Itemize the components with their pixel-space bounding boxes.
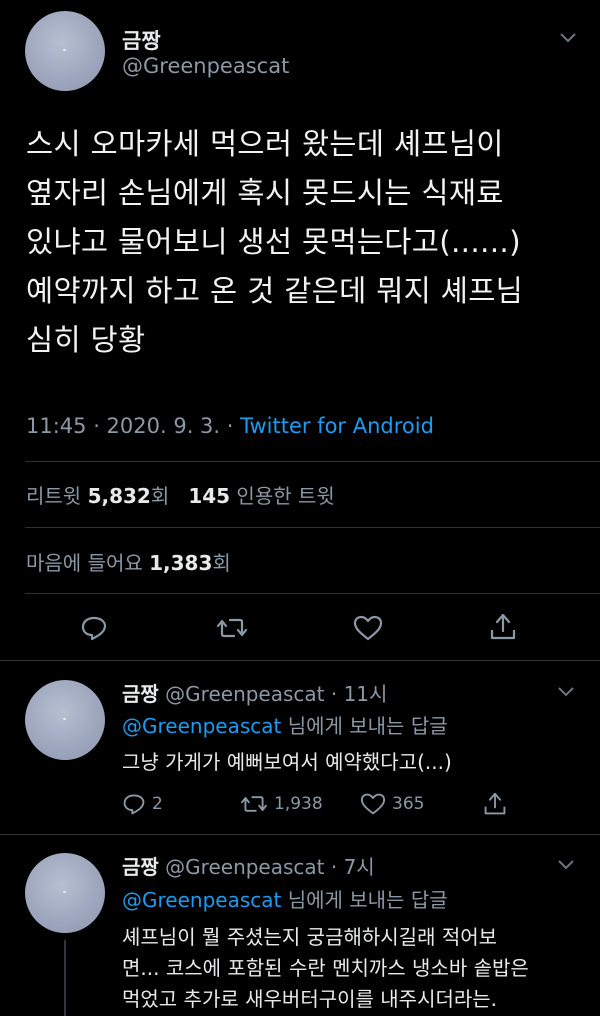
tweet-text-line: 옆자리 손님에게 혹시 못드시는 식재료: [26, 176, 504, 210]
reply-text-line: 면... 코스에 포함된 수란 멘치까스 냉소바 솥밥은: [122, 956, 529, 980]
avatar[interactable]: [25, 680, 105, 760]
reply-text: 그냥 가게가 예뻐보여서 예약했다고(...): [122, 747, 452, 777]
like-stats[interactable]: 마음에 들어요 1,383회: [26, 547, 231, 576]
tweet-text-line: 스시 오마카세 먹으러 왔는데 셰프님이: [26, 127, 504, 161]
tweet-text-line: 예약까지 하고 온 것 같은데 뭐지 셰프님: [26, 274, 524, 308]
replying-to-handle[interactable]: @Greenpeascat: [122, 888, 281, 912]
chevron-down-icon[interactable]: [557, 686, 575, 698]
retweet-icon[interactable]: [216, 614, 248, 642]
replying-to: @Greenpeascat 님에게 보내는 답글: [122, 888, 448, 912]
divider: [0, 834, 600, 835]
user-handle[interactable]: @Greenpeascat: [122, 54, 289, 78]
share-icon[interactable]: [489, 612, 517, 642]
divider: [25, 593, 600, 594]
tweet-text-line: 심히 당황: [26, 323, 146, 357]
retweet-icon: [240, 792, 268, 816]
divider: [25, 461, 600, 462]
heart-icon: [360, 792, 386, 816]
like-action[interactable]: 365: [360, 792, 424, 816]
reply-text-line: 그냥 가게가 예뻐보여서 예약했다고(...): [122, 750, 452, 774]
quote-count: 145: [188, 484, 231, 508]
tweet-meta: 11:45 · 2020. 9. 3. · Twitter for Androi…: [26, 414, 434, 438]
divider: [25, 527, 600, 528]
reply-header: 금짱 @Greenpeascat · 7시: [122, 851, 375, 880]
reply-action[interactable]: 2: [122, 792, 163, 816]
retweet-stats[interactable]: 리트윗 5,832회 145 인용한 트윗: [26, 480, 335, 509]
timestamp[interactable]: 11:45 · 2020. 9. 3. ·: [26, 414, 240, 438]
handle-time[interactable]: @Greenpeascat · 11시: [165, 682, 387, 706]
display-name[interactable]: 금짱: [122, 682, 159, 706]
heart-icon[interactable]: [353, 614, 383, 642]
tweet-text: 스시 오마카세 먹으러 왔는데 셰프님이 옆자리 손님에게 혹시 못드시는 식재…: [26, 120, 586, 365]
like-count: 1,383: [149, 551, 213, 575]
avatar[interactable]: [25, 853, 105, 933]
retweet-count: 1,938: [274, 794, 323, 814]
reply-icon: [122, 792, 146, 816]
handle-time[interactable]: @Greenpeascat · 7시: [165, 855, 375, 879]
divider: [0, 660, 600, 661]
reply-header: 금짱 @Greenpeascat · 11시: [122, 678, 387, 707]
display-name[interactable]: 금짱: [122, 25, 161, 55]
share-icon[interactable]: [483, 791, 507, 817]
tweet-text-line: 있냐고 물어보니 생선 못먹는다고(......): [26, 225, 521, 259]
like-count: 365: [392, 794, 425, 814]
thread-line: [64, 940, 66, 1016]
chevron-down-icon[interactable]: [559, 32, 577, 44]
quote-label: 인용한 트윗: [236, 484, 335, 508]
source-link[interactable]: Twitter for Android: [240, 414, 434, 438]
avatar[interactable]: [25, 11, 105, 91]
reply-text-line: 셰프님이 뭘 주셨는지 궁금해하시길래 적어보: [122, 925, 498, 949]
display-name[interactable]: 금짱: [122, 855, 159, 879]
reply-text: 셰프님이 뭘 주셨는지 궁금해하시길래 적어보 면... 코스에 포함된 수란 …: [122, 922, 529, 1015]
retweet-action[interactable]: 1,938: [240, 792, 323, 816]
reply-text-line: 먹었고 추가로 새우버터구이를 내주시더라는.: [122, 987, 498, 1011]
replying-to: @Greenpeascat 님에게 보내는 답글: [122, 714, 448, 738]
replying-to-handle[interactable]: @Greenpeascat: [122, 714, 281, 738]
reply-icon[interactable]: [80, 614, 108, 642]
chevron-down-icon[interactable]: [557, 859, 575, 871]
reply-count: 2: [152, 794, 163, 814]
retweet-count: 5,832: [87, 484, 151, 508]
